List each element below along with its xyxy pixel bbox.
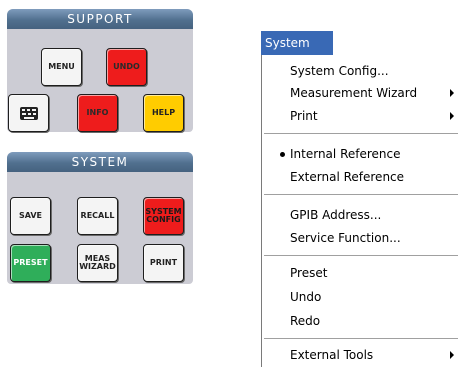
menu-item-label: System Config...: [290, 64, 389, 78]
menu-item-label: Undo: [290, 290, 322, 304]
menu-item-label: Measurement Wizard: [290, 86, 418, 100]
menu-title[interactable]: System: [261, 31, 333, 55]
menu-item-service-function[interactable]: Service Function...: [262, 227, 459, 249]
menu-item-label: Print: [290, 109, 318, 123]
menu-item-preset[interactable]: Preset: [262, 262, 459, 284]
menu-item-print[interactable]: Print: [262, 105, 459, 127]
menu-separator: [264, 133, 458, 134]
preset-key[interactable]: PRESET: [10, 244, 51, 282]
meas-wizard-key[interactable]: MEAS WIZARD: [77, 244, 118, 282]
system-panel-header: SYSTEM: [7, 152, 193, 172]
submenu-arrow-icon: [450, 351, 454, 359]
undo-key-label: UNDO: [113, 62, 140, 71]
menu-separator: [264, 194, 458, 195]
system-config-key[interactable]: SYSTEM CONFIG: [143, 197, 184, 235]
keyboard-icon: [19, 106, 38, 120]
save-key[interactable]: SAVE: [10, 197, 51, 235]
save-key-label: SAVE: [18, 211, 43, 220]
menu-item-label: Service Function...: [290, 231, 401, 245]
menu-item-gpib-address[interactable]: GPIB Address...: [262, 204, 459, 226]
support-panel: SUPPORT MENU UNDO INFO HELP: [7, 9, 193, 132]
menu-key-label: MENU: [48, 62, 75, 71]
menu-item-undo[interactable]: Undo: [262, 286, 459, 308]
menu-item-measurement-wizard[interactable]: Measurement Wizard: [262, 82, 459, 104]
recall-key[interactable]: RECALL: [77, 197, 118, 235]
print-key[interactable]: PRINT: [143, 244, 184, 282]
help-key[interactable]: HELP: [143, 94, 184, 132]
recall-key-label: RECALL: [80, 211, 115, 220]
menu-item-label: GPIB Address...: [290, 208, 382, 222]
submenu-arrow-icon: [450, 112, 454, 120]
menu-item-label: Preset: [290, 266, 328, 280]
help-key-label: HELP: [151, 108, 176, 117]
undo-key[interactable]: UNDO: [106, 48, 147, 86]
menu-item-internal-reference[interactable]: Internal Reference: [262, 143, 459, 165]
info-key-label: INFO: [86, 108, 109, 117]
meas-wizard-key-label: MEAS WIZARD: [79, 254, 116, 271]
menu-item-external-reference[interactable]: External Reference: [262, 166, 459, 188]
support-panel-header: SUPPORT: [7, 9, 193, 29]
system-menu: System System Config... Measurement Wiza…: [261, 31, 459, 367]
menu-item-redo[interactable]: Redo: [262, 310, 459, 332]
keyboard-key[interactable]: [8, 94, 49, 132]
info-key[interactable]: INFO: [77, 94, 118, 132]
menu-item-label: Redo: [290, 314, 321, 328]
menu-item-external-tools[interactable]: External Tools: [262, 344, 459, 366]
menu-item-label: External Tools: [290, 348, 374, 362]
menu-item-label: Internal Reference: [290, 147, 401, 161]
submenu-arrow-icon: [450, 89, 454, 97]
preset-key-label: PRESET: [13, 258, 48, 267]
menu-separator: [264, 255, 458, 256]
menu-item-system-config[interactable]: System Config...: [262, 60, 459, 82]
system-panel: SYSTEM SAVE RECALL SYSTEM CONFIG PRESET …: [7, 152, 193, 284]
menu-item-label: External Reference: [290, 170, 405, 184]
menu-separator: [264, 338, 458, 339]
system-config-key-label: SYSTEM CONFIG: [145, 207, 182, 224]
menu-key[interactable]: MENU: [41, 48, 82, 86]
radio-bullet-icon: [280, 152, 285, 157]
print-key-label: PRINT: [149, 258, 178, 267]
